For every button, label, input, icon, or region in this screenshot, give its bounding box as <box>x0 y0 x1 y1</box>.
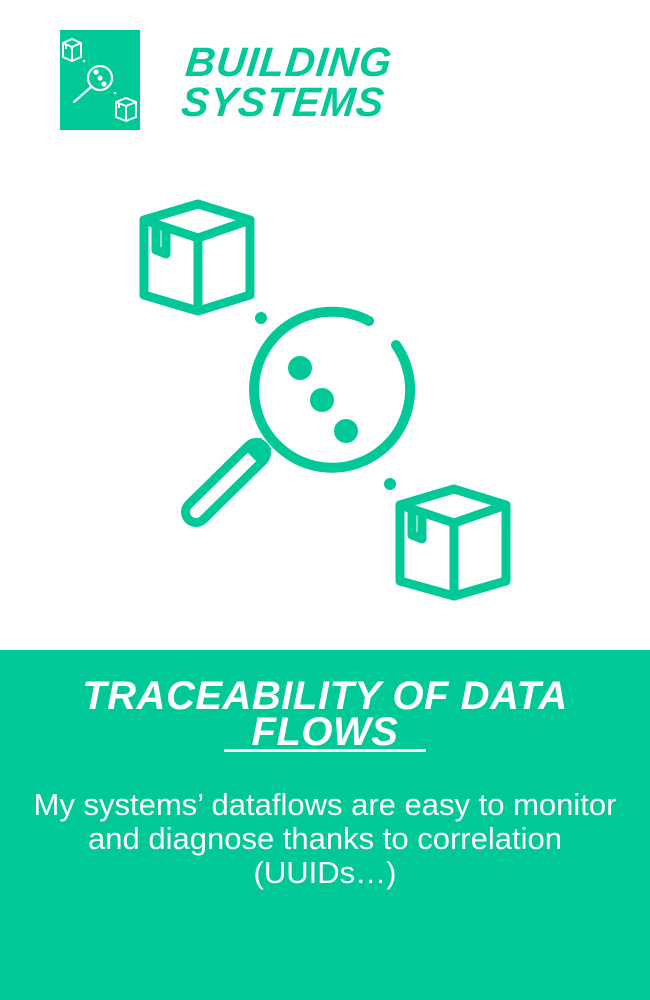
brand-title: BUILDING SYSTEMS <box>179 39 395 125</box>
brand-title-line2: SYSTEMS <box>179 79 388 125</box>
feature-description: My systems’ dataflows are easy to monito… <box>33 787 617 890</box>
brand-title-line1: BUILDING <box>183 39 395 85</box>
feature-title-line2: FLOWS <box>223 712 427 752</box>
magnifier-boxes-icon <box>62 38 137 122</box>
feature-panel: TRACEABILITY OF DATA FLOWS My systems’ d… <box>0 650 650 1000</box>
feature-title-line1: TRACEABILITY OF DATA <box>82 674 568 718</box>
feature-title: TRACEABILITY OF DATA FLOWS <box>0 674 650 752</box>
brand-logo <box>60 30 140 130</box>
data-trace-magnifier-icon <box>139 199 511 601</box>
